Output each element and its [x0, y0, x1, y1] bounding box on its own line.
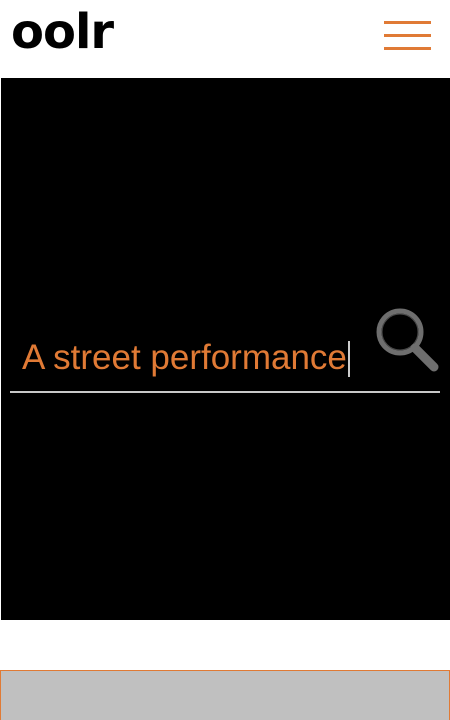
search-input-text[interactable]: A street performance	[22, 338, 350, 378]
app-root: oolr A street performance	[0, 0, 450, 720]
bottom-panel	[0, 670, 450, 720]
search-icon[interactable]	[371, 304, 441, 374]
menu-bar	[384, 47, 431, 50]
menu-bar	[384, 21, 431, 24]
logo: oolr	[11, 4, 114, 60]
header: oolr	[0, 0, 450, 78]
hero-section: A street performance	[1, 78, 450, 620]
hamburger-menu-icon[interactable]	[384, 20, 432, 52]
search-value: A street performance	[22, 338, 347, 377]
menu-bar	[384, 34, 431, 37]
text-caret	[347, 341, 350, 377]
search-underline	[10, 391, 440, 393]
